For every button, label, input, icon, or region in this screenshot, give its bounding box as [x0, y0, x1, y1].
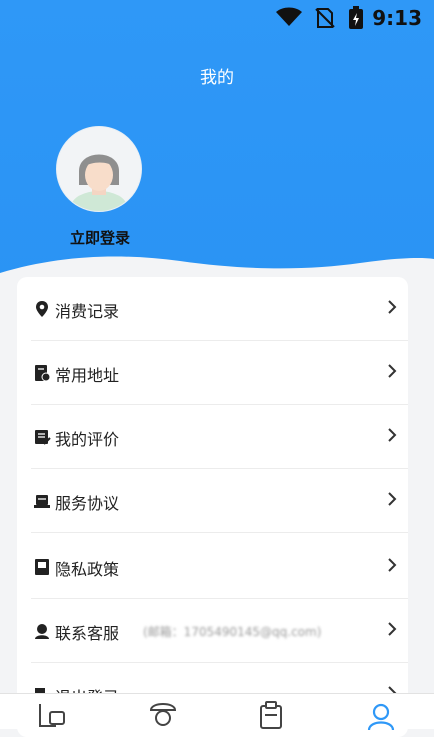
chevron-right-icon [388, 428, 397, 442]
no-sim-icon [315, 8, 335, 28]
chevron-right-icon [388, 622, 397, 636]
tab-service[interactable] [143, 700, 183, 730]
avatar-illustration [71, 154, 127, 211]
home-tab-icon [39, 704, 65, 727]
agreement-icon [34, 495, 50, 508]
chevron-right-icon [388, 492, 397, 506]
menu-item-contact-support[interactable]: 联系客服 (邮箱：1705490145@qq.com) [17, 599, 408, 663]
tab-home[interactable] [32, 700, 72, 730]
avatar[interactable] [56, 126, 142, 212]
clock-time: 9:13 [372, 6, 422, 30]
page-title: 我的 [200, 68, 234, 88]
customer-service-icon [35, 624, 49, 639]
login-now-label[interactable]: 立即登录 [60, 227, 140, 248]
chevron-right-icon [388, 364, 397, 378]
menu-item-label: 隐私政策 [55, 560, 120, 579]
tab-profile[interactable] [361, 700, 401, 731]
service-tab-icon [149, 703, 177, 726]
menu-item-label: 我的评价 [55, 430, 120, 449]
battery-charging-icon [349, 6, 363, 29]
chevron-right-icon [388, 300, 397, 314]
status-bar: 9:13 [0, 0, 434, 36]
menu-item-label: 联系客服 [55, 624, 120, 643]
menu-item-service-agreement[interactable]: 服务协议 [17, 469, 408, 533]
menu-item-label: 消费记录 [55, 302, 120, 321]
profile-tab-icon [367, 703, 395, 731]
menu-item-consumption-records[interactable]: 消费记录 [17, 277, 408, 341]
wifi-icon [276, 7, 302, 26]
location-pin-icon [36, 301, 48, 317]
address-book-icon [35, 365, 51, 382]
tab-orders[interactable] [251, 700, 291, 730]
privacy-book-icon [35, 559, 49, 575]
review-note-icon [35, 430, 51, 445]
menu-item-my-reviews[interactable]: 我的评价 [17, 405, 408, 469]
divider [31, 532, 408, 533]
orders-tab-icon [260, 701, 282, 729]
menu-item-label: 服务协议 [55, 494, 120, 513]
support-email: (邮箱：1705490145@qq.com) [143, 625, 322, 639]
menu-item-label: 常用地址 [55, 366, 120, 385]
menu-card: 消费记录 常用地址 我的评价 服务协议 隐私政策 联系客服 (邮箱：170549… [17, 277, 408, 737]
chevron-right-icon [388, 558, 397, 572]
menu-item-privacy-policy[interactable]: 隐私政策 [17, 535, 408, 599]
bottom-tab-bar [0, 693, 434, 731]
menu-item-common-address[interactable]: 常用地址 [17, 341, 408, 405]
